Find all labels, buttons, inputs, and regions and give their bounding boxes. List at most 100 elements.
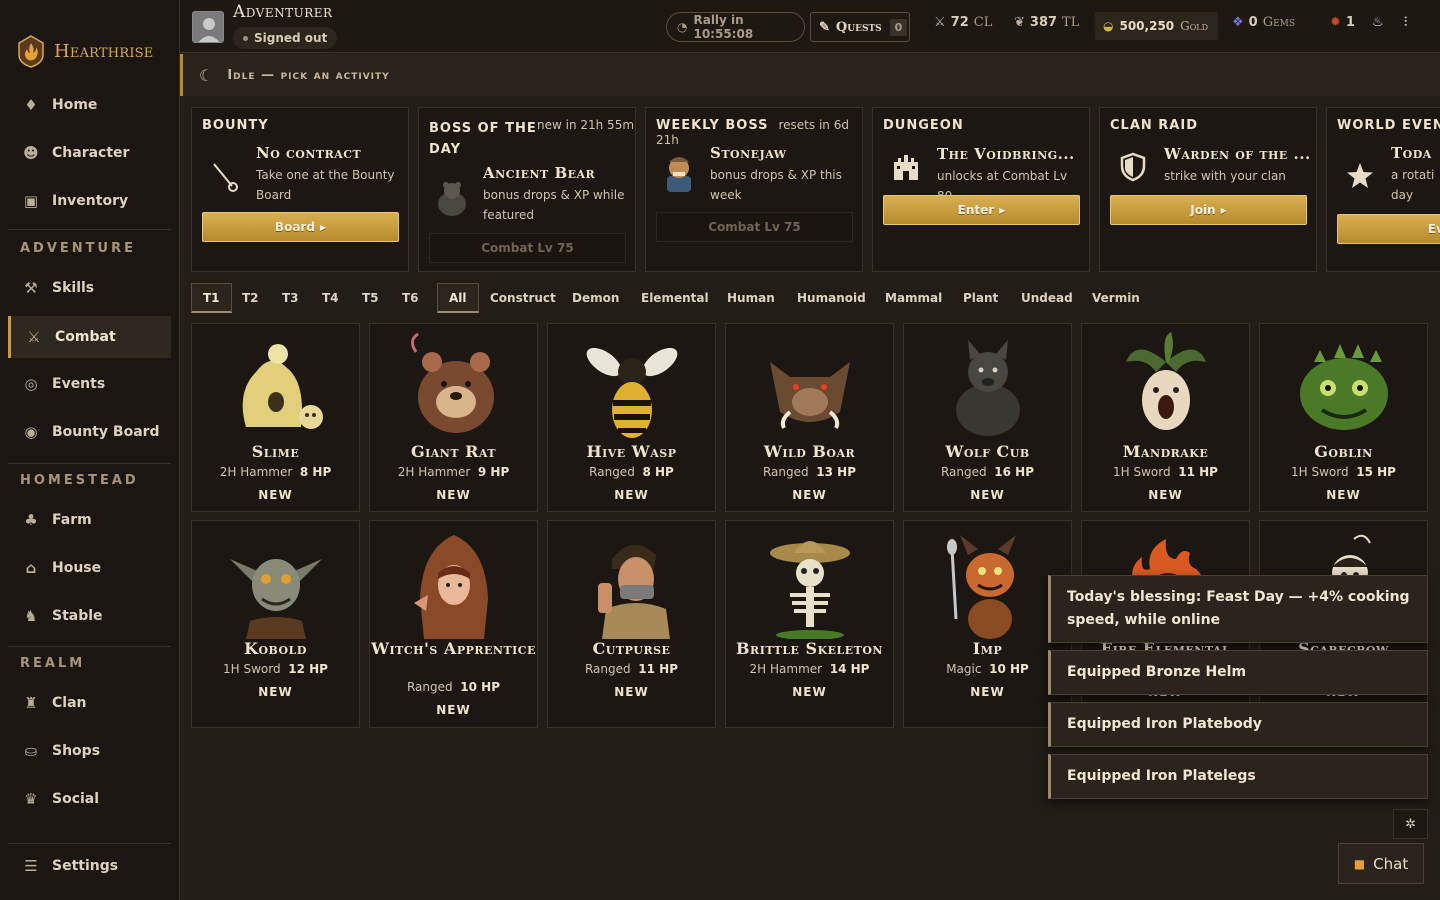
tab-plant[interactable]: Plant [952, 283, 1009, 313]
combat-level-stat[interactable]: ⚔ 72 CL [934, 15, 992, 30]
monster-info: 2H Hammer 8 HP [192, 465, 359, 479]
monster-card-brittle-skeleton[interactable]: Brittle Skeleton 2H Hammer 14 HP NEW [725, 520, 894, 728]
monster-info: 2H Hammer 9 HP [370, 465, 537, 479]
goblin-icon [1300, 344, 1388, 430]
world-event-button[interactable]: Eve [1337, 214, 1440, 244]
status-badge[interactable]: Signed out [233, 27, 338, 49]
sidebar-item-inventory[interactable]: ▣ Inventory [8, 180, 171, 222]
monster-card-giant-rat[interactable]: Giant Rat 2H Hammer 9 HP NEW [369, 323, 538, 512]
quests-button[interactable]: ✎ Quests 0 [810, 12, 910, 42]
new-badge: NEW [970, 488, 1005, 502]
cutpurse-icon [598, 544, 670, 639]
tab-demon[interactable]: Demon [561, 283, 630, 313]
toast-equip-helm[interactable]: Equipped Bronze Helm [1048, 650, 1428, 695]
monster-card-kobold[interactable]: Kobold 1H Sword 12 HP NEW [191, 520, 360, 728]
sidebar-item-events[interactable]: ◎ Events [8, 363, 171, 405]
tab-undead[interactable]: Undead [1010, 283, 1084, 313]
toast-settings-button[interactable]: ✲ [1393, 809, 1428, 839]
sidebar-item-skills[interactable]: ⚒ Skills [8, 267, 171, 309]
app-logo[interactable]: Hearthrise [0, 0, 179, 80]
tab-construct[interactable]: Construct [479, 283, 567, 313]
tab-t5[interactable]: T5 [351, 283, 390, 313]
chat-button[interactable]: ■ Chat [1338, 843, 1424, 884]
join-button-label: Join [1190, 203, 1216, 217]
monster-hp: 10 HP [989, 662, 1029, 676]
monster-card-slime[interactable]: Slime 2H Hammer 8 HP NEW [191, 323, 360, 512]
monster-card-hive-wasp[interactable]: Hive Wasp Ranged 8 HP NEW [547, 323, 716, 512]
tab-mammal[interactable]: Mammal [874, 283, 953, 313]
home-icon: ♦ [24, 96, 38, 114]
player-name: Adventurer [233, 2, 333, 22]
clan-raid-title: Warden of the ... [1164, 145, 1310, 163]
weekly-boss-level-button[interactable]: Combat Lv 75 [656, 212, 853, 242]
avatar[interactable] [192, 11, 224, 43]
monster-card-wild-boar[interactable]: Wild Boar Ranged 13 HP NEW [725, 323, 894, 512]
mandrake-icon [1126, 332, 1206, 430]
enter-dungeon-button[interactable]: Enter ▶ [883, 195, 1080, 225]
toast-blessing[interactable]: Today's blessing: Feast Day — +4% cookin… [1048, 575, 1428, 643]
sidebar-section-adventure: ADVENTURE [20, 241, 136, 256]
total-level-unit: TL [1062, 15, 1080, 30]
sidebar-section-realm: REALM [20, 656, 86, 671]
rally-timer[interactable]: ◔ Rally in 10:55:08 [666, 12, 805, 42]
sidebar-item-combat[interactable]: ⚔ Combat [8, 316, 171, 358]
wasp-icon [586, 347, 678, 438]
tab-humanoid[interactable]: Humanoid [786, 283, 877, 313]
sidebar-item-social[interactable]: ♛ Social [8, 778, 171, 820]
toast-equip-platelegs[interactable]: Equipped Iron Platelegs [1048, 754, 1428, 799]
sidebar-item-stable[interactable]: ♞ Stable [8, 595, 171, 637]
tab-t4[interactable]: T4 [311, 283, 350, 313]
monster-card-cutpurse[interactable]: Cutpurse Ranged 11 HP NEW [547, 520, 716, 728]
rally-text: Rally in 10:55:08 [693, 13, 754, 41]
monster-hp: 8 HP [299, 465, 332, 479]
events-icon: ◎ [24, 375, 38, 393]
quests-count: 0 [889, 18, 908, 36]
sidebar-item-label: Settings [52, 858, 119, 874]
monster-card-goblin[interactable]: Goblin 1H Sword 15 HP NEW [1259, 323, 1428, 512]
tab-t2[interactable]: T2 [231, 283, 270, 313]
settings-sliders-button[interactable]: ⫶ [1404, 15, 1407, 30]
gold-display[interactable]: ◒ 500,250 Gold [1095, 12, 1218, 40]
monster-card-mandrake[interactable]: Mandrake 1H Sword 11 HP NEW [1081, 323, 1250, 512]
sidebar-item-shops[interactable]: ⛀ Shops [8, 730, 171, 772]
sidebar-item-settings[interactable]: ☰ Settings [8, 845, 171, 887]
bear-icon [431, 178, 473, 220]
gems-stat[interactable]: ❖ 0 Gems [1232, 15, 1295, 30]
clan-raid-card: CLAN RAID Warden of the ... strike with … [1099, 107, 1317, 272]
sidebar-item-home[interactable]: ♦ Home [8, 84, 171, 126]
join-raid-button[interactable]: Join ▶ [1110, 195, 1307, 225]
tab-t1[interactable]: T1 [191, 283, 232, 313]
kobold-icon [230, 559, 322, 639]
weekly-boss-desc: bonus drops & XP this week [710, 168, 842, 202]
board-button[interactable]: Board ▶ [202, 212, 399, 242]
tab-t6[interactable]: T6 [391, 283, 430, 313]
monster-card-witchs-apprentice[interactable]: Witch's Apprentice Ranged 10 HP NEW [369, 520, 538, 728]
bounty-desc: Take one at the Bounty Board [256, 168, 395, 202]
flame-button[interactable]: ♨ [1372, 15, 1384, 30]
total-level-stat[interactable]: ❦ 387 TL [1014, 15, 1079, 30]
boss-day-desc: bonus drops & XP while featured [483, 188, 625, 222]
chat-bubble-icon: ■ [1353, 856, 1366, 871]
sidebar-divider [8, 229, 171, 230]
notifications-button[interactable]: ✹ 1 [1330, 15, 1355, 30]
sidebar-item-character[interactable]: ☻ Character [8, 132, 171, 174]
tab-t3[interactable]: T3 [271, 283, 310, 313]
tab-all[interactable]: All [437, 283, 479, 313]
new-badge: NEW [258, 685, 293, 699]
new-badge: NEW [1326, 488, 1361, 502]
hearth-logo-icon [18, 35, 44, 68]
chat-label: Chat [1373, 854, 1409, 873]
monster-card-imp[interactable]: Imp Magic 10 HP NEW [903, 520, 1072, 728]
sidebar-item-bounty-board[interactable]: ◉ Bounty Board [8, 411, 171, 453]
tab-elemental[interactable]: Elemental [630, 283, 720, 313]
toast-equip-platebody[interactable]: Equipped Iron Platebody [1048, 702, 1428, 747]
sidebar-item-house[interactable]: ⌂ House [8, 547, 171, 589]
tab-vermin[interactable]: Vermin [1081, 283, 1151, 313]
sidebar-item-farm[interactable]: ♣ Farm [8, 499, 171, 541]
activity-text: Idle — pick an activity [227, 67, 390, 83]
new-badge: NEW [436, 703, 471, 717]
boss-day-level-button[interactable]: Combat Lv 75 [429, 233, 626, 263]
monster-card-wolf-cub[interactable]: Wolf Cub Ranged 16 HP NEW [903, 323, 1072, 512]
sidebar-item-clan[interactable]: ♜ Clan [8, 682, 171, 724]
tab-human[interactable]: Human [716, 283, 786, 313]
